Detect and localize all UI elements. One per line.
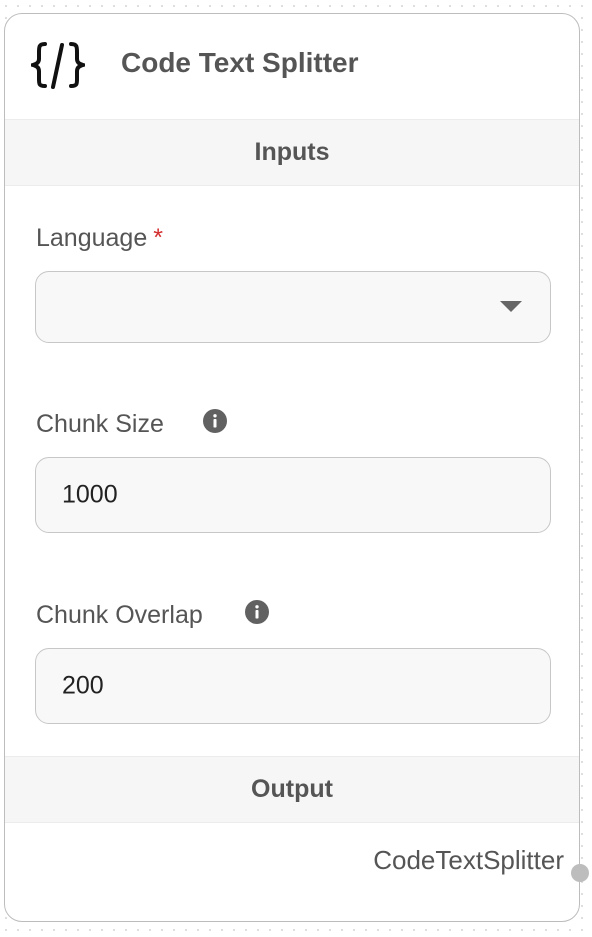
language-select[interactable] [35, 271, 551, 343]
chevron-down-icon[interactable] [500, 301, 522, 312]
chunk-size-input[interactable]: 1000 [35, 457, 551, 533]
node-header: Code Text Splitter [5, 14, 579, 119]
language-label: Language * [36, 224, 163, 253]
output-section-label: Output [251, 775, 333, 803]
chunk-overlap-input[interactable]: 200 [35, 648, 551, 724]
chunk-overlap-label: Chunk Overlap [36, 601, 203, 629]
code-braces-slash-icon [31, 42, 85, 89]
node-title: Code Text Splitter [121, 47, 359, 78]
output-anchor-label: CodeTextSplitter [373, 845, 564, 875]
output-handle[interactable] [571, 864, 589, 882]
inputs-section-label: Inputs [254, 138, 330, 166]
language-label-text: Language [36, 224, 148, 252]
output-section-header: Output [5, 756, 579, 823]
chunk-overlap-value: 200 [62, 671, 104, 700]
chunk-size-value: 1000 [62, 480, 118, 509]
chunk-overlap-info-icon[interactable] [245, 600, 269, 624]
chunk-size-info-icon[interactable] [203, 409, 227, 433]
inputs-section-header: Inputs [5, 119, 579, 186]
required-marker: * [153, 224, 163, 252]
code-text-splitter-node[interactable]: Code Text Splitter Inputs Language * Chun… [4, 13, 580, 922]
chunk-size-label: Chunk Size [36, 410, 164, 438]
